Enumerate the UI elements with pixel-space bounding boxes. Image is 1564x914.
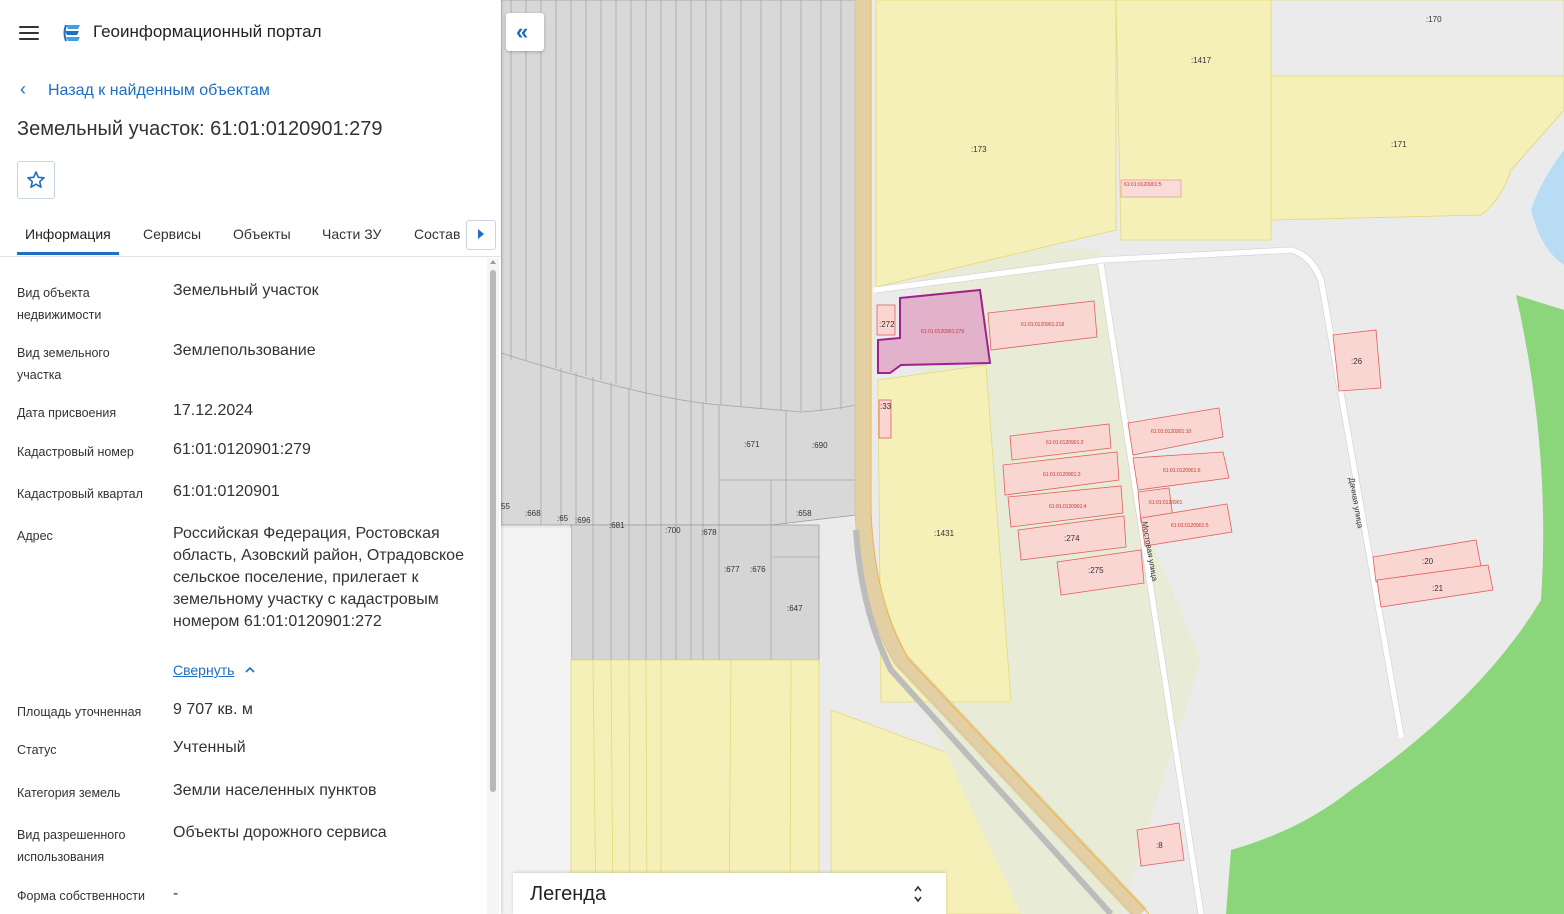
page-title: Земельный участок: 61:01:0120901:279 [17, 118, 383, 140]
parcel-label: 55 [501, 502, 510, 511]
app-title: Геоинформационный портал [93, 22, 322, 41]
parcel-label: :171 [1391, 140, 1407, 149]
info-label: Адрес [17, 529, 53, 543]
collapse-address-link[interactable]: Свернуть [173, 662, 234, 678]
tab-bar: Информация Сервисы Объекты Части ЗУ Сост… [0, 214, 501, 257]
info-label: Статус [17, 743, 57, 757]
info-value: - [173, 885, 179, 902]
tab-parcel-parts[interactable]: Части ЗУ [322, 226, 381, 242]
double-chevron-left-icon: « [516, 19, 529, 44]
star-icon [27, 171, 45, 188]
parcel-label: :696 [575, 516, 591, 525]
tab-information[interactable]: Информация [25, 226, 111, 242]
tabs-scroll-right-button[interactable] [466, 220, 496, 250]
parcel-label: :1431 [934, 529, 955, 538]
street-label-mostovaya: Мостовая улица [1140, 521, 1159, 583]
tab-objects[interactable]: Объекты [233, 226, 291, 242]
info-label: Вид земельного участка [17, 346, 110, 382]
chevron-up-icon[interactable] [245, 665, 255, 675]
info-value: Учтенный [173, 739, 246, 756]
parcel-label: :170 [1426, 15, 1442, 24]
legend-title: Легенда [530, 883, 607, 905]
parcel-label: :20 [1422, 557, 1434, 566]
sidebar-panel: Геоинформационный портал ‹ Назад к найден… [0, 0, 501, 914]
parcel-label: :677 [724, 565, 740, 574]
tab-composition[interactable]: Состав [414, 226, 460, 242]
info-value: 17.12.2024 [173, 402, 254, 419]
cadastral-map[interactable]: 61:01:0120901:279 61:01:0120901:218 61:0… [501, 0, 1564, 914]
parcel-label: :65 [557, 514, 569, 523]
info-value: 61:01:0120901:279 [173, 441, 311, 458]
favorite-button[interactable] [17, 161, 55, 199]
scrollbar-thumb[interactable] [490, 270, 496, 792]
parcel-label: :33 [880, 402, 892, 411]
tab-services[interactable]: Сервисы [143, 226, 201, 242]
expand-toggle-icon[interactable] [913, 883, 923, 905]
parcel-label: :658 [796, 509, 812, 518]
map-labels-layer: :170 :1417 :173 :171 :272 :33 :671 :690 … [501, 15, 1444, 850]
scroll-up-arrow-icon[interactable] [490, 260, 496, 264]
parcel-label: :681 [609, 521, 625, 530]
info-label: Форма собственности [17, 889, 145, 903]
chevron-left-icon: ‹ [20, 79, 26, 99]
menu-icon[interactable] [19, 25, 39, 41]
scrollbar[interactable] [487, 258, 499, 914]
parcel-label: :272 [879, 320, 895, 329]
parcel-label: :671 [744, 440, 760, 449]
top-bar: Геоинформационный портал [0, 0, 501, 66]
info-value: Земли населенных пунктов [173, 782, 377, 799]
parcel-label: :700 [665, 526, 681, 535]
parcel-label: :690 [812, 441, 828, 450]
back-to-results-link[interactable]: ‹ Назад к найденным объектам [20, 79, 270, 100]
info-label: Площадь уточненная [17, 705, 142, 719]
parcel-label: :21 [1432, 584, 1444, 593]
info-label: Кадастровый квартал [17, 487, 143, 501]
info-label: Дата присвоения [17, 406, 117, 420]
parcel-label: :678 [701, 528, 717, 537]
parcel-label: :275 [1088, 566, 1104, 575]
parcel-label: :8 [1156, 841, 1163, 850]
parcel-label: :26 [1351, 357, 1363, 366]
street-label-dachnaya: Дачная улица [1347, 477, 1365, 530]
info-value: Земельный участок [173, 282, 319, 299]
back-link-label: Назад к найденным объектам [48, 82, 270, 99]
legend-panel[interactable]: Легенда [513, 873, 946, 914]
info-label: Вид разрешенного использования [17, 828, 126, 864]
collapse-sidebar-button[interactable]: « [506, 13, 544, 51]
info-value: Объекты дорожного сервиса [173, 824, 387, 841]
info-list: Вид объекта недвижимости Земельный участ… [0, 258, 486, 914]
parcel-label: :274 [1064, 534, 1080, 543]
info-label: Кадастровый номер [17, 445, 134, 459]
parcel-label: :647 [787, 604, 803, 613]
parcel-label: :1417 [1191, 56, 1212, 65]
active-tab-indicator [17, 252, 119, 255]
info-value: 61:01:0120901 [173, 483, 280, 500]
info-value: Землепользование [173, 342, 316, 359]
parcel-label: :173 [971, 145, 987, 154]
parcel-label: :668 [525, 509, 541, 518]
parcel-label: :676 [750, 565, 766, 574]
info-label: Вид объекта недвижимости [17, 286, 102, 322]
info-label: Категория земель [17, 786, 121, 800]
portal-logo-icon [63, 24, 80, 42]
address-value: Российская Федерация, Ростовская область… [173, 525, 464, 630]
chevron-right-icon [478, 229, 484, 239]
info-value: 9 707 кв. м [173, 701, 253, 718]
